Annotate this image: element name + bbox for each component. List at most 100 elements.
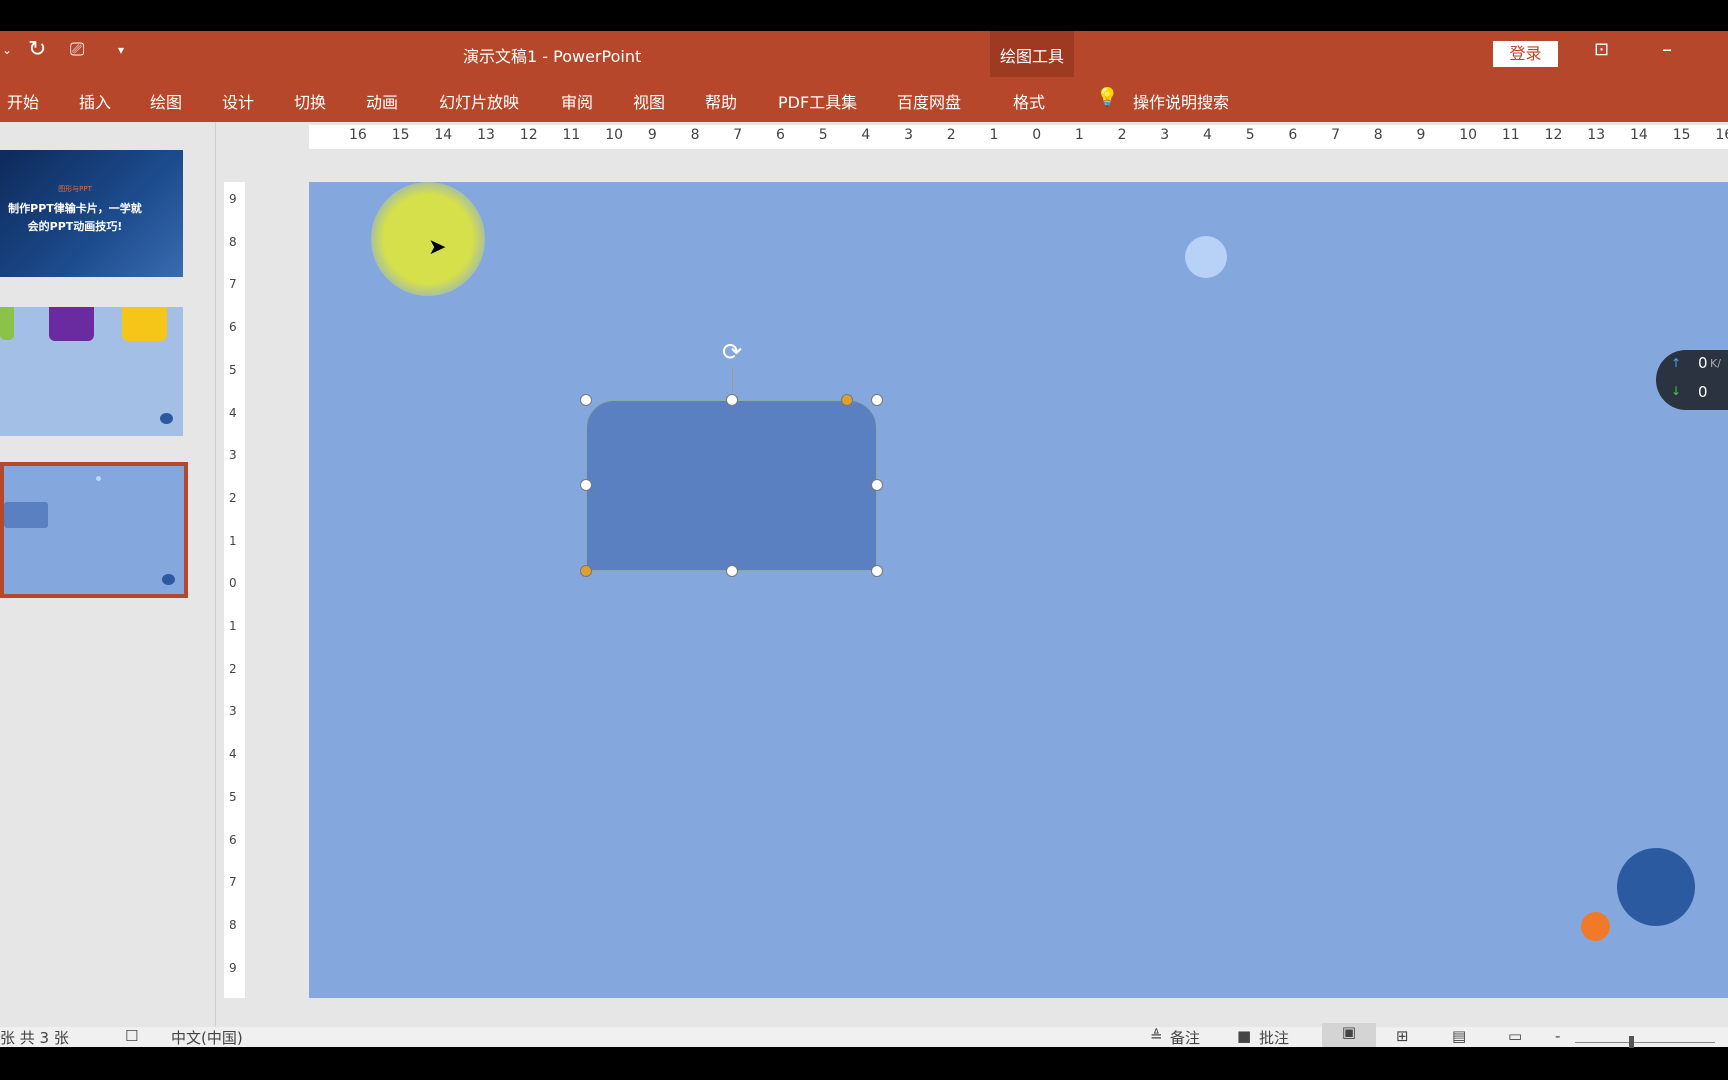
resize-handle[interactable] (871, 479, 883, 491)
mouse-pointer-icon: ➤ (428, 235, 447, 260)
ruler-tick-label: 16 (349, 127, 367, 143)
tab-view[interactable]: 视图 (633, 89, 665, 113)
resize-handle[interactable] (871, 394, 883, 406)
adjust-handle[interactable] (580, 565, 592, 577)
ruler-tick-label: 4 (229, 405, 237, 420)
slideshow-button[interactable]: ▭ (1508, 1027, 1522, 1045)
tab-home[interactable]: 开始 (7, 89, 39, 113)
accessibility-icon[interactable]: ☐ (125, 1027, 138, 1045)
zoom-out-button[interactable]: - (1555, 1027, 1560, 1045)
tell-me-search[interactable]: 操作说明搜索 (1133, 89, 1229, 113)
horizontal-ruler[interactable]: 16 15 14 13 12 11 10 9 8 7 6 5 4 3 2 1 0 1 2 3 4 5 6 7 8 9 10 11 12 1… (309, 125, 1728, 149)
ruler-tick-label: 8 (229, 234, 237, 249)
tab-help[interactable]: 帮助 (705, 89, 737, 113)
redo-icon[interactable]: ↻ (28, 37, 46, 62)
tab-draw[interactable]: 绘图 (150, 89, 182, 113)
notes-icon: ≜ (1150, 1027, 1163, 1045)
ruler-tick-label: 1 (1074, 127, 1084, 143)
language-indicator[interactable]: 中文(中国) (171, 1027, 243, 1048)
tab-transitions[interactable]: 切换 (294, 89, 326, 113)
title-bar: ⌄ ↻ ⎚ ▾ 演示文稿1 - PowerPoint 绘图工具 登录 ⊡ – (0, 31, 1728, 77)
network-speed-widget: ↑ 0 K/ ↓ 0 (1656, 350, 1728, 410)
slide-canvas[interactable]: ➤ ⟳ ↑ 0 K/ ↓ 0 (309, 182, 1728, 998)
ruler-tick-label: 14 (1630, 127, 1648, 143)
ruler-tick-label: 13 (477, 127, 495, 143)
ruler-tick-label: 11 (1501, 127, 1520, 143)
notes-button[interactable]: 备注 (1170, 1027, 1200, 1048)
ruler-tick-label: 9 (1416, 127, 1426, 143)
ruler-tick-label: 14 (434, 127, 453, 143)
resize-handle[interactable] (580, 479, 592, 491)
ruler-tick-label: 2 (1117, 127, 1127, 143)
ruler-tick-label: 11 (562, 127, 581, 143)
ruler-tick-label: 3 (904, 127, 914, 143)
resize-handle[interactable] (726, 394, 738, 406)
tab-format[interactable]: 格式 (1013, 89, 1045, 113)
zoom-slider-thumb[interactable] (1629, 1036, 1634, 1048)
ruler-tick-label: 8 (690, 127, 700, 143)
slide-sorter-button[interactable]: ⊞ (1396, 1027, 1409, 1045)
ribbon-display-options-icon[interactable]: ⊡ (1594, 39, 1609, 60)
tab-pdf-tools[interactable]: PDF工具集 (778, 89, 857, 113)
ruler-tick-label: 15 (391, 127, 410, 143)
rotate-handle-icon[interactable]: ⟳ (722, 338, 742, 366)
ruler-tick-label: 6 (229, 320, 237, 335)
resize-handle[interactable] (580, 394, 592, 406)
tab-baidu-netdisk[interactable]: 百度网盘 (897, 89, 961, 113)
ruler-tick-label: 1 (229, 533, 237, 548)
ruler-tick-label: 1 (229, 619, 237, 633)
ruler-tick-label: 15 (1672, 127, 1691, 143)
normal-view-button[interactable]: ▣ (1322, 1023, 1376, 1047)
ruler-tick-label: 4 (1203, 127, 1212, 143)
ribbon-tabs: 开始 插入 绘图 设计 切换 动画 幻灯片放映 审阅 视图 帮助 PDF工具集 … (0, 77, 1728, 122)
ruler-tick-label: 7 (1331, 127, 1341, 143)
ruler-tick-label: 9 (229, 960, 237, 975)
ruler-tick-label: 2 (946, 127, 956, 143)
vertical-ruler[interactable]: 9 8 7 6 5 4 3 2 1 0 1 2 3 4 5 6 7 8 9 (224, 182, 245, 998)
tab-insert[interactable]: 插入 (79, 89, 111, 113)
dark-blue-circle[interactable] (1617, 848, 1695, 926)
resize-handle[interactable] (726, 565, 738, 577)
ruler-tick-label: 8 (1373, 127, 1383, 143)
status-bar: 张 共 3 张 ☐ 中文(中国) ≜ 备注 ■ 批注 ▣ ⊞ ▤ ▭ - (0, 1023, 1728, 1048)
tab-animations[interactable]: 动画 (366, 89, 398, 113)
download-icon: ↓ (1671, 384, 1682, 398)
ruler-tick-label: 8 (229, 917, 237, 932)
ruler-tick-label: 3 (229, 448, 237, 463)
login-button[interactable]: 登录 (1493, 41, 1558, 67)
ruler-tick-label: 10 (1459, 127, 1478, 143)
slide-thumbnail-2[interactable] (0, 307, 183, 436)
comments-button[interactable]: 批注 (1259, 1027, 1289, 1048)
ruler-tick-label: 3 (229, 704, 237, 719)
tab-design[interactable]: 设计 (222, 89, 254, 113)
ruler-tick-label: 1 (989, 127, 999, 143)
ruler-tick-label: 5 (229, 362, 237, 377)
ruler-tick-label: 5 (229, 789, 237, 804)
slide-thumbnail-1[interactable]: 图形与PPT 制作PPT律输卡片，一学就 会的PPT动画技巧! (0, 150, 183, 277)
ruler-tick-label: 6 (229, 832, 237, 847)
upload-speed: 0 (1698, 354, 1708, 372)
thumb-tag: 图形与PPT (58, 185, 92, 193)
adjust-handle[interactable] (841, 394, 853, 406)
resize-handle[interactable] (871, 565, 883, 577)
slideshow-from-start-icon[interactable]: ⎚ (70, 39, 84, 60)
ruler-tick-label: 4 (229, 747, 237, 762)
ruler-tick-label: 12 (1544, 127, 1563, 143)
slide-thumbnail-3-selected[interactable] (0, 462, 188, 598)
tab-slideshow[interactable]: 幻灯片放映 (439, 89, 519, 113)
minimize-button[interactable]: – (1662, 37, 1672, 61)
orange-circle[interactable] (1581, 912, 1610, 941)
light-circle[interactable] (1185, 236, 1227, 278)
reading-view-button[interactable]: ▤ (1452, 1027, 1466, 1045)
drawing-tools-label: 绘图工具 (1000, 47, 1065, 66)
download-speed: 0 (1698, 383, 1708, 401)
ruler-tick-label: 12 (519, 127, 538, 143)
zoom-slider[interactable] (1575, 1042, 1715, 1043)
rounded-rectangle-shape[interactable] (586, 400, 877, 571)
ruler-tick-label: 7 (229, 277, 237, 292)
customize-qat-icon[interactable]: ▾ (118, 43, 124, 57)
thumb-title-1: 制作PPT律输卡片，一学就 (8, 202, 142, 215)
tab-review[interactable]: 审阅 (561, 89, 593, 113)
window-title: 演示文稿1 - PowerPoint (463, 47, 642, 66)
qat-dropdown-icon[interactable]: ⌄ (2, 43, 12, 57)
